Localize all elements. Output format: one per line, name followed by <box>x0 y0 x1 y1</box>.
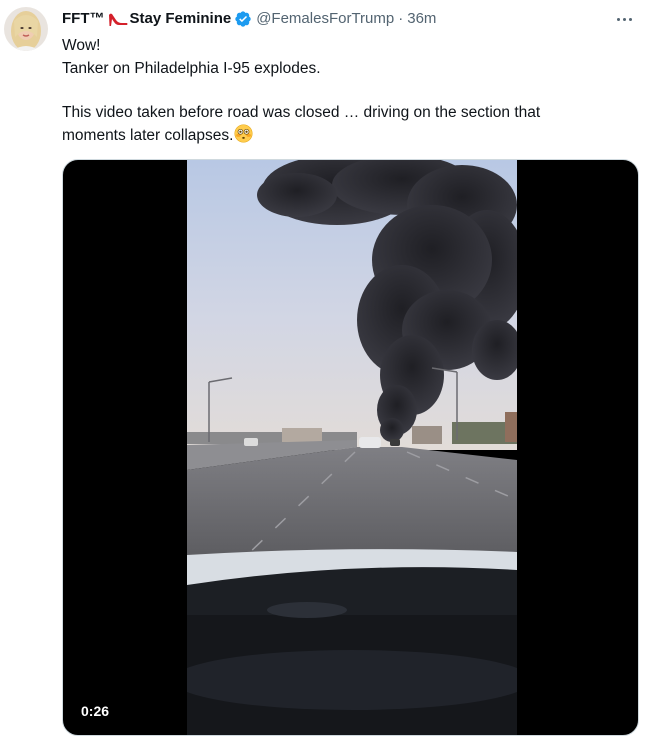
tweet-timestamp[interactable]: 36m <box>407 9 436 29</box>
author-display-name[interactable]: FFT™ <box>62 9 105 29</box>
separator-dot: · <box>398 10 404 27</box>
avatar-image <box>4 7 48 51</box>
flushed-face-icon <box>234 124 253 143</box>
verified-badge-icon[interactable] <box>234 10 252 28</box>
tweet-header: FFT™ Stay Feminine @FemalesForTrump · 36… <box>62 9 436 29</box>
video-thumbnail <box>172 160 532 735</box>
avatar[interactable] <box>4 7 48 51</box>
author-handle[interactable]: @FemalesForTrump <box>256 9 394 29</box>
tweet-text-line: Tanker on Philadelphia I-95 explodes. <box>62 60 321 77</box>
video-duration-badge: 0:26 <box>81 703 110 719</box>
more-dot-icon <box>628 17 632 21</box>
more-options-button[interactable] <box>610 7 638 31</box>
video-player[interactable]: 0:26 <box>62 159 639 736</box>
tweet-text-line: moments later collapses. <box>62 127 234 144</box>
high-heel-icon <box>107 11 129 27</box>
more-dot-icon <box>622 17 626 21</box>
tweet-text: Wow! Tanker on Philadelphia I-95 explode… <box>62 34 637 147</box>
tweet-text-line: Wow! <box>62 37 101 54</box>
tweet-text-line-last: moments later collapses. <box>62 124 637 147</box>
author-display-name-suffix[interactable]: Stay Feminine <box>130 9 232 29</box>
tweet-text-line: This video taken before road was closed … <box>62 104 541 121</box>
tweet-card[interactable]: FFT™ Stay Feminine @FemalesForTrump · 36… <box>0 0 650 746</box>
more-dot-icon <box>616 17 620 21</box>
